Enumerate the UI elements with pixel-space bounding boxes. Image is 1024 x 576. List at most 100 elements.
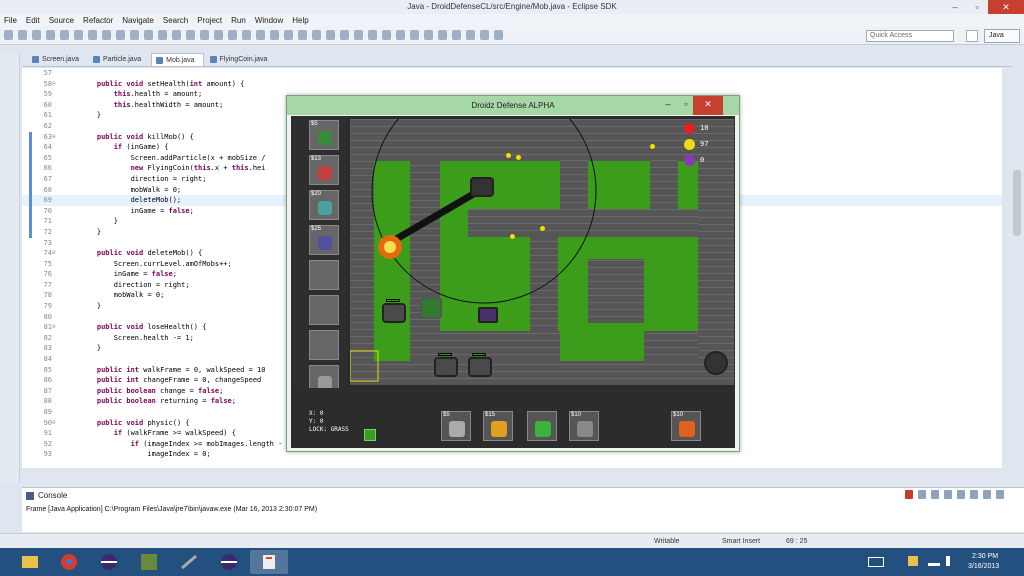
- toolbar-action-icon[interactable]: [438, 30, 447, 40]
- clear-console-icon[interactable]: [931, 490, 939, 499]
- pin-console-icon[interactable]: [957, 490, 965, 499]
- menu-file[interactable]: File: [4, 14, 17, 27]
- remove-launch-icon[interactable]: [918, 490, 926, 499]
- menu-help[interactable]: Help: [292, 14, 308, 27]
- toolbar-action-icon[interactable]: [116, 30, 125, 40]
- eclipse-taskbar-button-2[interactable]: [210, 550, 248, 574]
- menu-refactor[interactable]: Refactor: [83, 14, 113, 27]
- toolbar-action-icon[interactable]: [60, 30, 69, 40]
- fold-icon[interactable]: ⊖: [52, 132, 56, 143]
- toolbar-action-icon[interactable]: [284, 30, 293, 40]
- toolbar-action-icon[interactable]: [172, 30, 181, 40]
- fold-icon[interactable]: ⊖: [52, 322, 56, 333]
- grass-swatch[interactable]: [364, 429, 376, 441]
- explorer-taskbar-button[interactable]: [10, 550, 48, 574]
- toolbar-action-icon[interactable]: [32, 30, 41, 40]
- terminate-icon[interactable]: [905, 490, 913, 499]
- menu-search[interactable]: Search: [163, 14, 188, 27]
- toolbar-action-icon[interactable]: [214, 30, 223, 40]
- toolbar-action-icon[interactable]: [186, 30, 195, 40]
- open-perspective-icon[interactable]: [966, 30, 978, 42]
- flag-icon[interactable]: [908, 556, 918, 566]
- toolbar-action-icon[interactable]: [396, 30, 405, 40]
- clock-time[interactable]: 2:30 PM: [972, 553, 998, 560]
- editor-horizontal-scrollbar[interactable]: [60, 468, 1000, 476]
- volume-icon[interactable]: [946, 556, 956, 566]
- tower-unit[interactable]: [470, 177, 494, 197]
- editor-vertical-scrollbar[interactable]: [1012, 70, 1022, 464]
- clock-date[interactable]: 3/16/2013: [968, 563, 999, 570]
- shop-slot[interactable]: $13: [309, 155, 339, 185]
- toolbar-action-icon[interactable]: [466, 30, 475, 40]
- scroll-thumb[interactable]: [1013, 170, 1021, 236]
- open-console-icon[interactable]: [983, 490, 991, 499]
- toolbar-action-icon[interactable]: [410, 30, 419, 40]
- toolbar-action-icon[interactable]: [102, 30, 111, 40]
- tab-mob-java[interactable]: Mob.java: [151, 53, 204, 66]
- build-slot[interactable]: [527, 411, 557, 441]
- toolbar-action-icon[interactable]: [200, 30, 209, 40]
- shop-slot[interactable]: [309, 330, 339, 360]
- shop-slot[interactable]: [309, 260, 339, 290]
- tab-screen-java[interactable]: Screen.java: [28, 53, 87, 66]
- shop-slot[interactable]: $20: [309, 190, 339, 220]
- toolbar-action-icon[interactable]: [4, 30, 13, 40]
- menu-window[interactable]: Window: [255, 14, 283, 27]
- toolbar-action-icon[interactable]: [144, 30, 153, 40]
- toolbar-action-icon[interactable]: [46, 30, 55, 40]
- menu-source[interactable]: Source: [49, 14, 74, 27]
- game-minimize-button[interactable]: –: [659, 96, 677, 115]
- java-perspective-button[interactable]: Java: [984, 29, 1020, 43]
- toolbar-action-icon[interactable]: [256, 30, 265, 40]
- toolbar-action-icon[interactable]: [494, 30, 503, 40]
- minimize-view-icon[interactable]: [996, 490, 1004, 499]
- game-field[interactable]: 10 97 0: [350, 119, 734, 385]
- build-slot[interactable]: $10: [569, 411, 599, 441]
- toolbar-action-icon[interactable]: [424, 30, 433, 40]
- minecraft-taskbar-button[interactable]: [130, 550, 168, 574]
- toolbar-action-icon[interactable]: [326, 30, 335, 40]
- menu-project[interactable]: Project: [197, 14, 222, 27]
- toolbar-action-icon[interactable]: [74, 30, 83, 40]
- toolbar-action-icon[interactable]: [158, 30, 167, 40]
- toolbar-action-icon[interactable]: [270, 30, 279, 40]
- keyboard-icon[interactable]: [868, 557, 884, 567]
- network-icon[interactable]: [928, 556, 940, 566]
- shop-slot[interactable]: $25: [309, 225, 339, 255]
- tower-unit[interactable]: [478, 307, 498, 323]
- build-slot[interactable]: $5: [441, 411, 471, 441]
- menu-edit[interactable]: Edit: [26, 14, 40, 27]
- toolbar-action-icon[interactable]: [242, 30, 251, 40]
- toolbar-action-icon[interactable]: [480, 30, 489, 40]
- game-close-button[interactable]: ✕: [693, 96, 723, 115]
- game-canvas[interactable]: $5 $13 $20 $25 10 97 0 X: 0 Y: 0 LOCK: G…: [291, 116, 735, 448]
- toolbar-action-icon[interactable]: [340, 30, 349, 40]
- tab-flyingcoin-java[interactable]: FlyingCoin.java: [206, 53, 276, 66]
- fold-icon[interactable]: ⊖: [52, 418, 56, 429]
- quick-access-input[interactable]: Quick Access: [866, 30, 954, 42]
- toolbar-action-icon[interactable]: [130, 30, 139, 40]
- display-console-icon[interactable]: [970, 490, 978, 499]
- toolbar-action-icon[interactable]: [312, 30, 321, 40]
- maximize-button[interactable]: ▫: [966, 0, 988, 14]
- toolbar-action-icon[interactable]: [298, 30, 307, 40]
- chrome-taskbar-button[interactable]: [50, 550, 88, 574]
- close-button[interactable]: ✕: [988, 0, 1024, 14]
- tab-particle-java[interactable]: Particle.java: [89, 53, 149, 66]
- fold-icon[interactable]: ⊖: [52, 79, 56, 90]
- menu-navigate[interactable]: Navigate: [122, 14, 154, 27]
- java-app-taskbar-button[interactable]: [250, 550, 288, 574]
- toolbar-action-icon[interactable]: [88, 30, 97, 40]
- build-slot[interactable]: $10: [671, 411, 701, 441]
- eclipse-taskbar-button[interactable]: [90, 550, 128, 574]
- console-tab[interactable]: Console: [26, 490, 67, 502]
- shop-slot[interactable]: $5: [309, 120, 339, 150]
- build-slot[interactable]: $15: [483, 411, 513, 441]
- minimize-button[interactable]: –: [944, 0, 966, 14]
- toolbar-action-icon[interactable]: [368, 30, 377, 40]
- toolbar-action-icon[interactable]: [18, 30, 27, 40]
- tower-unit[interactable]: [420, 297, 442, 319]
- scroll-lock-icon[interactable]: [944, 490, 952, 499]
- toolbar-action-icon[interactable]: [354, 30, 363, 40]
- tool-taskbar-button[interactable]: [170, 550, 208, 574]
